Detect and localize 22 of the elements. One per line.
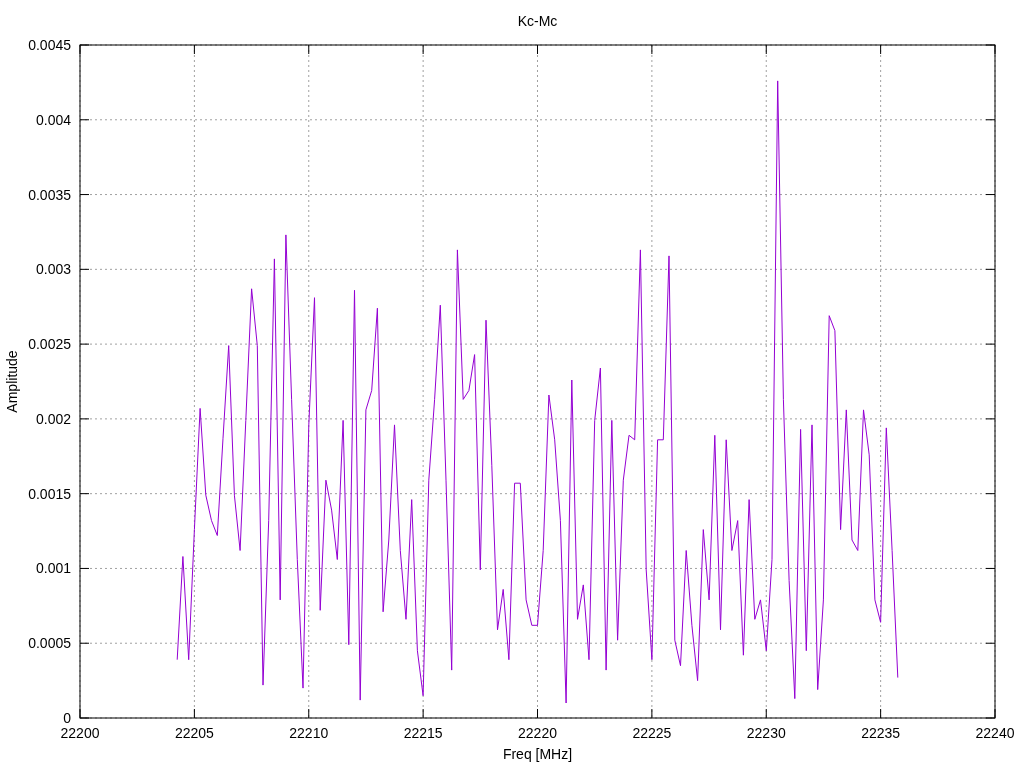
tick-label: 22200 xyxy=(60,725,100,741)
tick-label: 22210 xyxy=(289,725,329,741)
tick-label: 22240 xyxy=(975,725,1015,741)
tick-label: 22230 xyxy=(746,725,786,741)
chart-title: Kc-Mc xyxy=(517,13,558,29)
axis-label: Freq [MHz] xyxy=(502,746,573,762)
tick-label: 22235 xyxy=(861,725,901,741)
tick-label: 0.004 xyxy=(35,111,71,128)
tick-label: 0.0025 xyxy=(28,336,71,353)
tick-label: 0.001 xyxy=(35,560,71,577)
tick-label: 22215 xyxy=(403,725,443,741)
tick-label: 0 xyxy=(63,710,71,726)
tick-label: 22205 xyxy=(174,725,214,741)
tick-label: 0.0015 xyxy=(28,485,71,502)
axis-label: Amplitude xyxy=(4,350,20,413)
tick-label: 0.003 xyxy=(35,261,71,278)
tick-label: 0.0045 xyxy=(28,37,71,53)
tick-label: 22225 xyxy=(632,725,672,741)
tick-label: 0.0005 xyxy=(28,635,71,652)
tick-label: 0.0035 xyxy=(28,186,71,203)
tick-label: 0.002 xyxy=(35,410,71,427)
tick-label: 22220 xyxy=(518,725,557,741)
